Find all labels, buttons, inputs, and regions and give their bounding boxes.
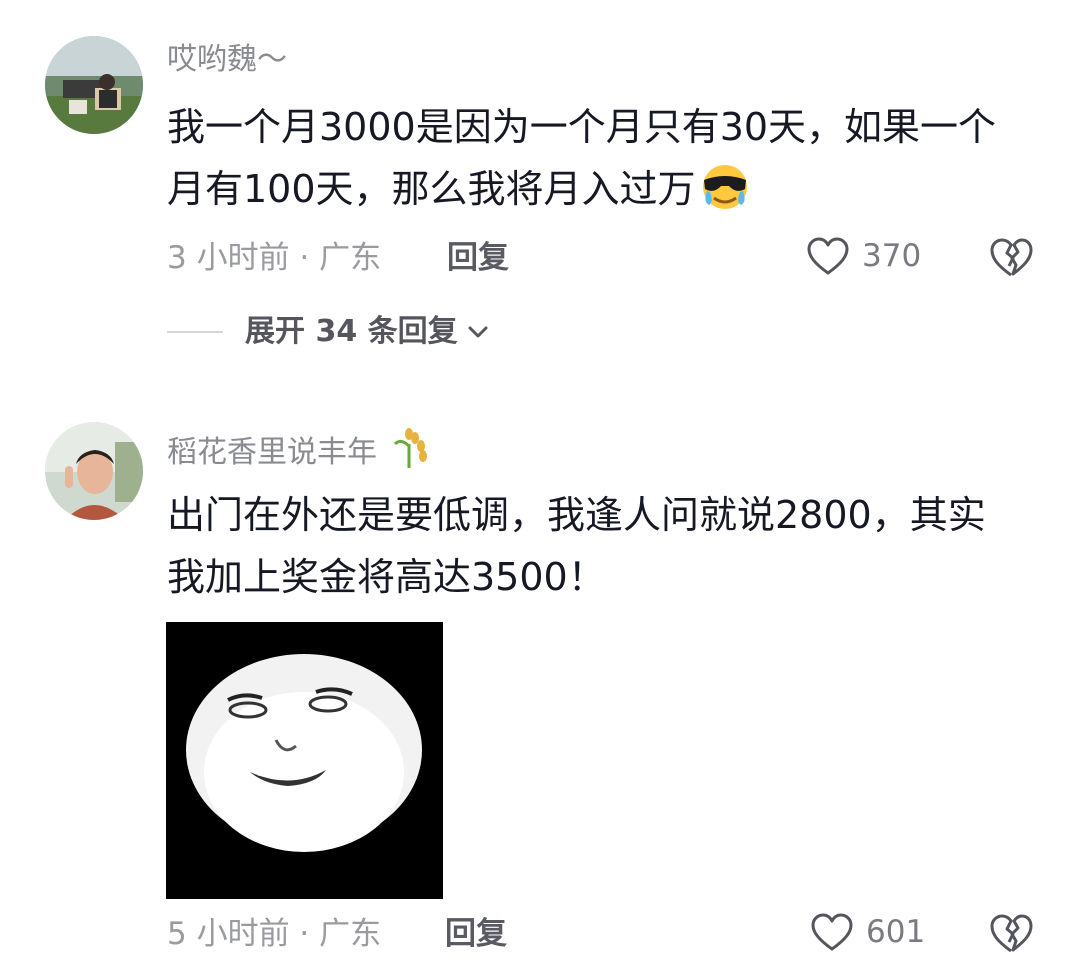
expand-replies-label: 展开 34 条回复 <box>245 314 458 349</box>
username[interactable]: 稻花香里说丰年 <box>167 426 431 473</box>
avatar[interactable] <box>45 36 143 134</box>
comment-item: 稻花香里说丰年 出门在外还是要低调，我逢人问就说2800，其实我加上奖金将高达3… <box>0 400 1080 976</box>
comment-meta: 5 小时前 · 广东 <box>167 916 382 952</box>
comment-item: 哎哟魏～ 我一个月3000是因为一个月只有30天，如果一个月有100天，那么我将… <box>0 0 1080 400</box>
comment-text: 我一个月3000是因为一个月只有30天，如果一个月有100天，那么我将月入过万 <box>167 105 997 212</box>
comment-meta: 3 小时前 · 广东 <box>167 240 382 276</box>
reply-button[interactable]: 回复 <box>447 238 509 278</box>
rice-ear-emoji <box>393 428 427 468</box>
username[interactable]: 哎哟魏～ <box>167 40 287 80</box>
expand-replies[interactable]: 展开 34 条回复 <box>167 312 492 352</box>
broken-heart-icon <box>990 238 1033 277</box>
like-button[interactable]: 370 <box>806 236 921 276</box>
divider <box>167 331 223 333</box>
heart-outline-icon <box>807 237 849 275</box>
sunglasses-crying-emoji <box>698 158 752 212</box>
chevron-down-icon <box>468 326 488 338</box>
dislike-button[interactable] <box>988 912 1034 954</box>
comment-text: 出门在外还是要低调，我逢人问就说2800，其实我加上奖金将高达3500！ <box>167 493 986 599</box>
dislike-button[interactable] <box>988 236 1034 278</box>
like-count: 370 <box>862 238 922 274</box>
like-button[interactable]: 601 <box>810 912 925 952</box>
like-count: 601 <box>866 914 926 950</box>
avatar[interactable] <box>45 422 143 520</box>
broken-heart-icon <box>990 914 1033 953</box>
heart-outline-icon <box>811 913 853 951</box>
panda-meme-sticker[interactable] <box>166 622 443 899</box>
reply-button[interactable]: 回复 <box>445 914 507 954</box>
